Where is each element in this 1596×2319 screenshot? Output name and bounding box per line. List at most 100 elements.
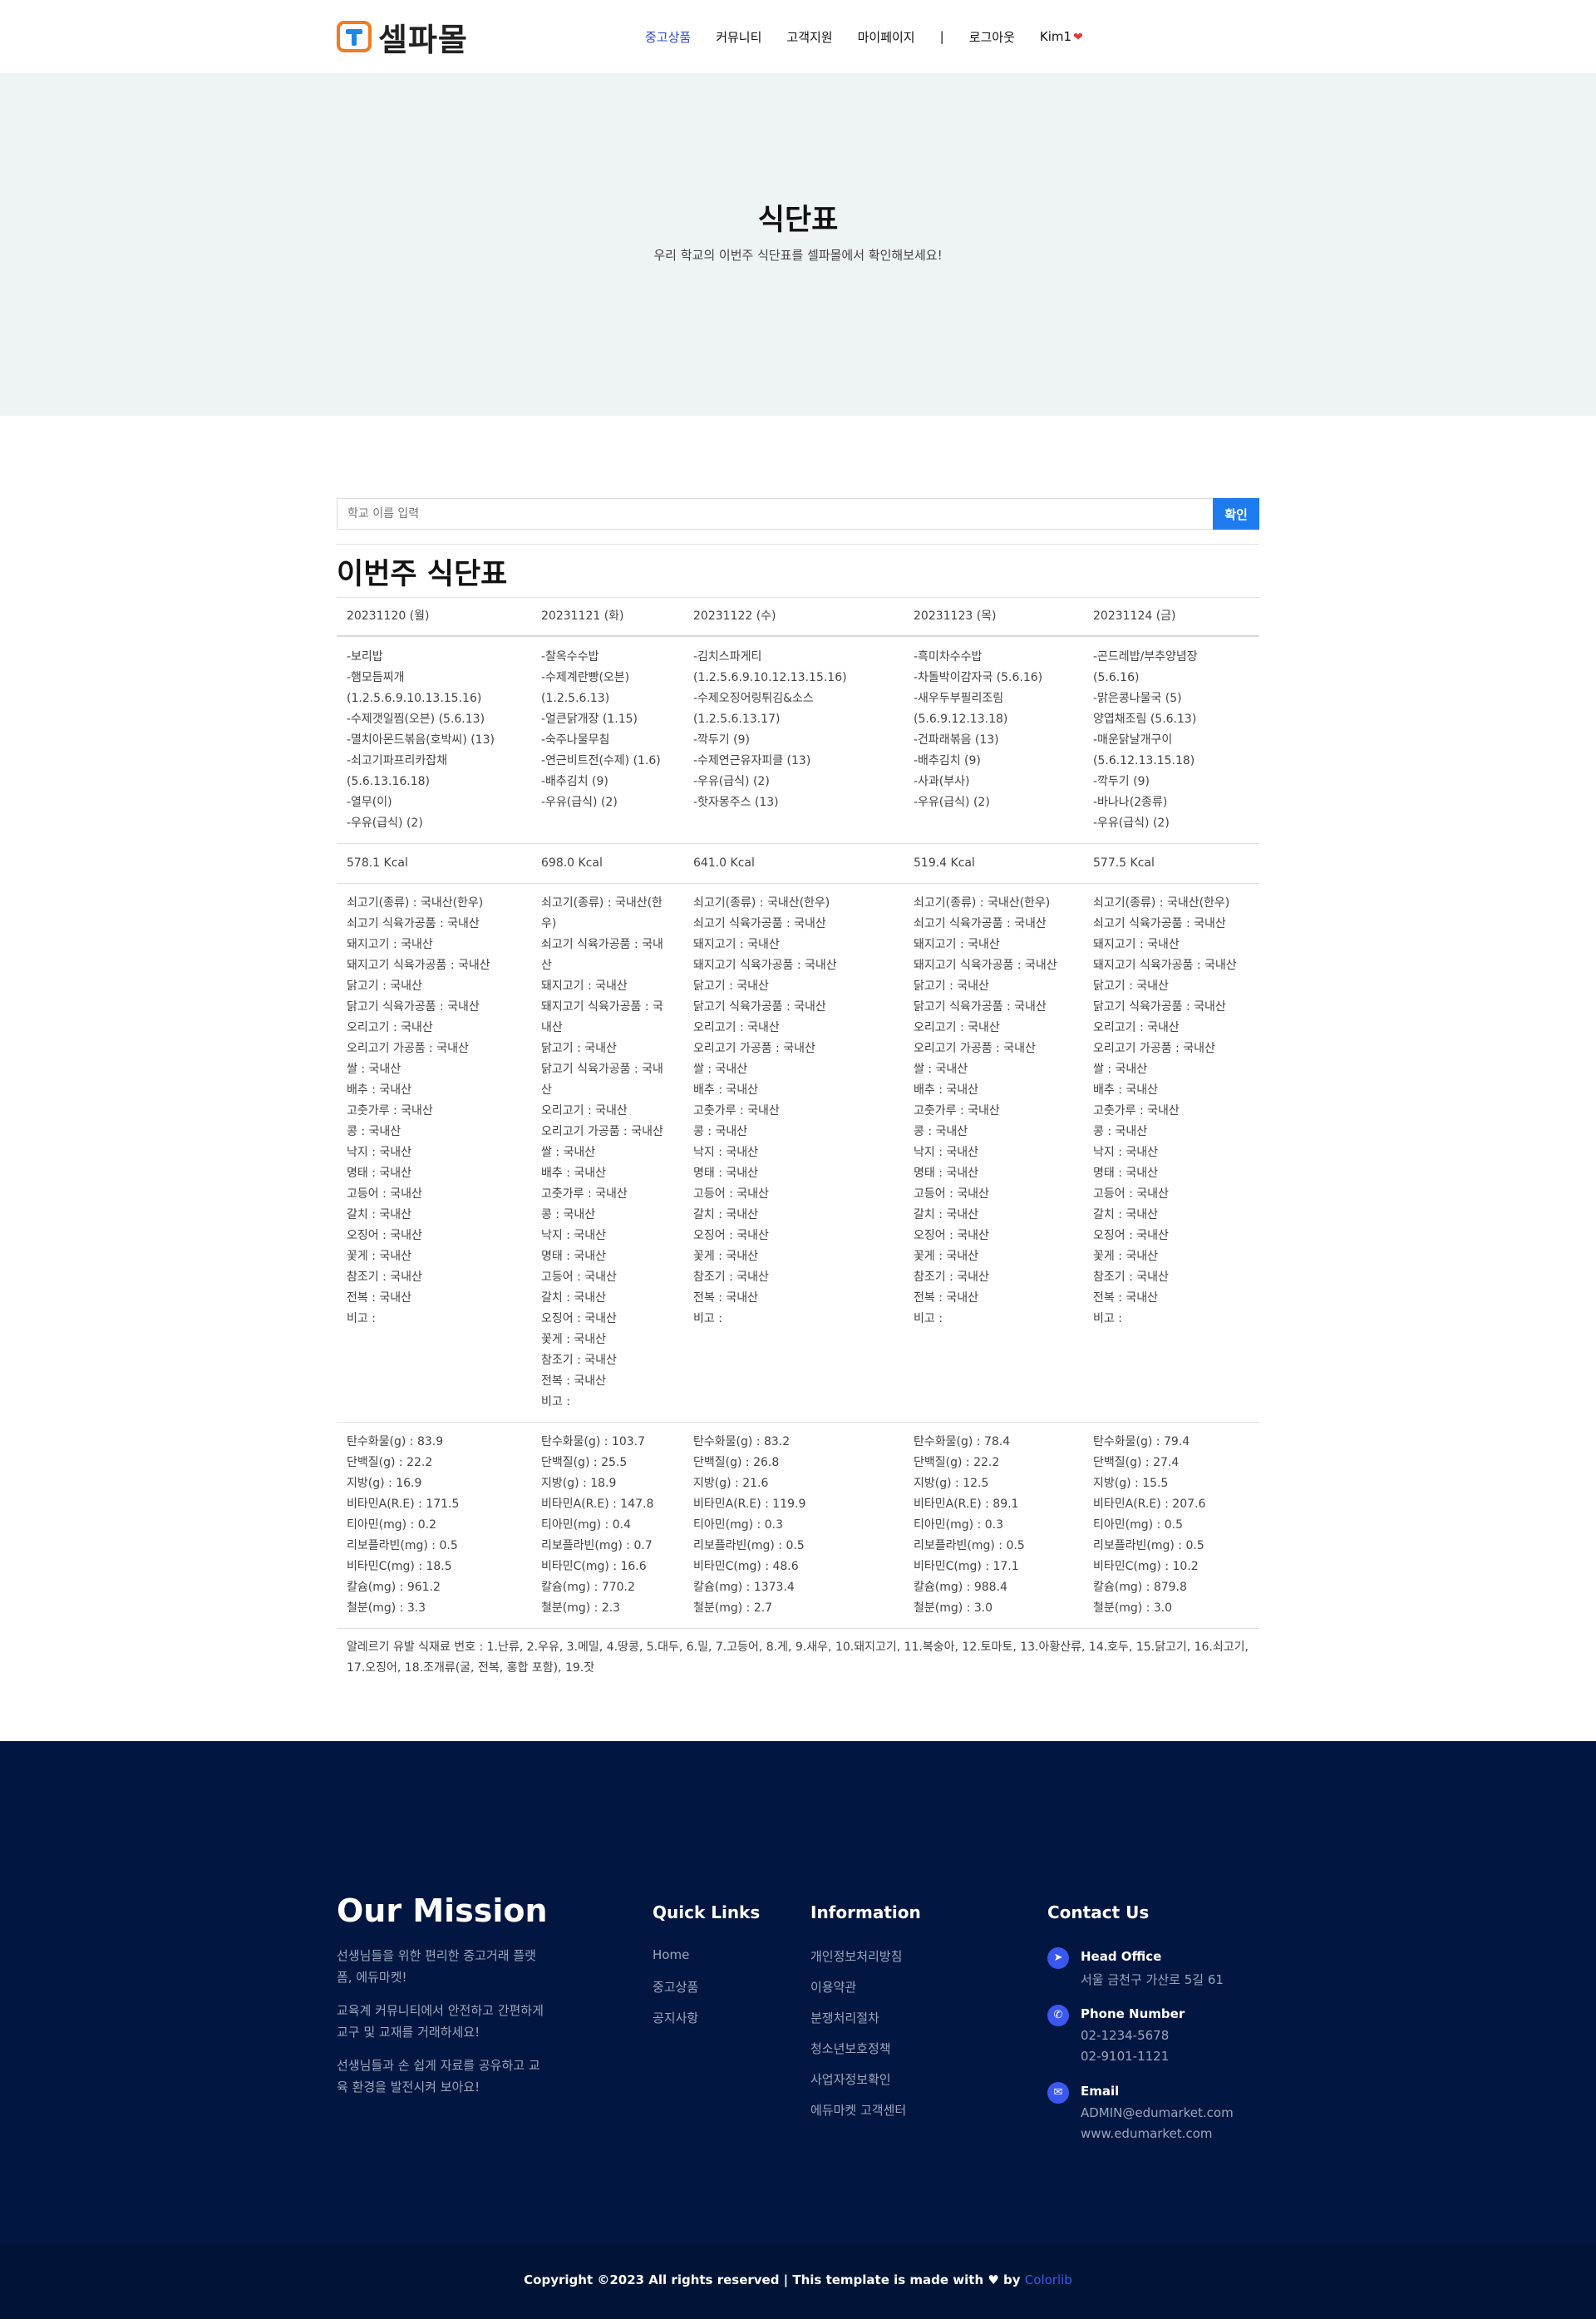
nav-logout[interactable]: 로그아웃 — [969, 28, 1015, 46]
cell-line: 고춧가루 : 국내산 — [1093, 1104, 1180, 1118]
origin-cell: 쇠고기(종류) : 국내산(한우)쇠고기 식육가공품 : 국내산돼지고기 : 국… — [1083, 883, 1259, 1423]
email-label: Email — [1081, 2084, 1120, 2099]
cell-line: 고춧가루 : 국내산 — [693, 1104, 780, 1118]
cell-line: 비타민A(R.E) : 207.6 — [1093, 1497, 1206, 1511]
cell-line: 닭고기 : 국내산 — [914, 979, 989, 993]
cell-line: 참조기 : 국내산 — [347, 1271, 422, 1284]
cell-line: 쇠고기 식육가공품 : 국내산 — [1093, 917, 1226, 930]
search-submit-button[interactable]: 확인 — [1213, 498, 1259, 530]
cell-line: -흑미차수수밥 — [914, 650, 983, 664]
cell-line: 비타민A(R.E) : 147.8 — [541, 1497, 654, 1511]
cell-line: 철분(mg) : 2.3 — [541, 1601, 621, 1615]
cell-line: 쌀 : 국내산 — [914, 1063, 968, 1076]
cell-line: 철분(mg) : 3.0 — [1093, 1601, 1173, 1615]
cell-line: 쌀 : 국내산 — [693, 1063, 748, 1076]
footer-link-customer-center[interactable]: 에듀마켓 고객센터 — [810, 2101, 906, 2119]
cell-line: 갈치 : 국내산 — [1093, 1208, 1159, 1221]
footer-link-dispute[interactable]: 분쟁처리절차 — [810, 2009, 879, 2026]
phone-icon: ✆ — [1047, 2005, 1069, 2026]
cell-line: 오리고기 : 국내산 — [693, 1021, 780, 1034]
cell-line: -보리밥 — [347, 650, 383, 664]
cell-line: 산 — [541, 1083, 552, 1097]
cell-line: 오리고기 : 국내산 — [347, 1021, 433, 1034]
cell-line: 철분(mg) : 3.3 — [347, 1601, 426, 1615]
cell-line: 철분(mg) : 3.0 — [914, 1601, 993, 1615]
cell-line: 고춧가루 : 국내산 — [541, 1187, 628, 1201]
cell-line: 비고 : — [347, 1312, 376, 1325]
school-search-input[interactable] — [337, 498, 1213, 530]
cell-line: 꽃게 : 국내산 — [914, 1250, 979, 1263]
cell-line: 돼지고기 : 국내산 — [693, 938, 780, 951]
site-logo[interactable]: 셀파몰 — [337, 18, 468, 58]
cell-line: 비고 : — [914, 1312, 943, 1325]
cell-line: 닭고기 식육가공품 : 국내산 — [693, 1000, 826, 1014]
kcal-cell: 698.0 Kcal — [531, 843, 683, 884]
website-address: www.edumarket.com — [1081, 2126, 1213, 2141]
cell-line: 쇠고기(종류) : 국내산(한 — [541, 896, 663, 910]
envelope-icon: ✉ — [1047, 2082, 1069, 2104]
cell-line: -우유(급식) (2) — [914, 796, 990, 809]
cell-line: 고춧가루 : 국내산 — [914, 1104, 1000, 1118]
cell-line: -쇠고기파프리카잡채 — [347, 754, 447, 767]
cell-line: 탄수화물(g) : 83.2 — [693, 1435, 791, 1448]
footer-link-youth-policy[interactable]: 청소년보호정책 — [810, 2040, 891, 2057]
colorlib-link[interactable]: Colorlib — [1025, 2272, 1072, 2287]
copyright-text: Copyright ©2023 All rights reserved | Th… — [0, 2272, 1596, 2287]
cell-line: 꽃게 : 국내산 — [1093, 1250, 1159, 1263]
footer-link-terms[interactable]: 이용약관 — [810, 1978, 856, 1996]
cell-line: 오리고기 : 국내산 — [1093, 1021, 1180, 1034]
cell-line: 티아민(mg) : 0.5 — [1093, 1518, 1183, 1532]
cell-line: -멸치아몬드볶음(호박씨) (13) — [347, 733, 495, 747]
cell-line: 리보플라빈(mg) : 0.5 — [347, 1539, 458, 1552]
nav-community[interactable]: 커뮤니티 — [716, 28, 761, 46]
footer-link-privacy[interactable]: 개인정보처리방침 — [810, 1947, 902, 1965]
origin-cell: 쇠고기(종류) : 국내산(한우)쇠고기 식육가공품 : 국내산돼지고기 : 국… — [337, 883, 531, 1423]
cell-line: 단백질(g) : 25.5 — [541, 1456, 628, 1469]
cell-line: 명태 : 국내산 — [1093, 1167, 1159, 1180]
origin-cell: 쇠고기(종류) : 국내산(한우)쇠고기 식육가공품 : 국내산돼지고기 : 국… — [531, 883, 683, 1423]
cell-line: -우유(급식) (2) — [693, 775, 770, 788]
nav-support[interactable]: 고객지원 — [786, 28, 832, 46]
cell-line: 닭고기 식육가공품 : 국내산 — [914, 1000, 1047, 1014]
nav-mypage[interactable]: 마이페이지 — [858, 28, 915, 46]
kcal-cell: 577.5 Kcal — [1083, 843, 1259, 884]
cell-line: 오리고기 가공품 : 국내산 — [541, 1125, 663, 1138]
cell-line: 철분(mg) : 2.7 — [693, 1601, 773, 1615]
cell-line: 비타민C(mg) : 16.6 — [541, 1560, 647, 1573]
cell-line: 배추 : 국내산 — [693, 1083, 759, 1097]
cell-line: 오리고기 가공품 : 국내산 — [1093, 1042, 1215, 1055]
cell-line: 갈치 : 국내산 — [541, 1291, 607, 1305]
cell-line: 배추 : 국내산 — [1093, 1083, 1159, 1097]
cell-line: 돼지고기 식육가공품 : 국내산 — [693, 959, 837, 972]
footer-link-home[interactable]: Home — [653, 1947, 689, 1962]
footer-link-notices[interactable]: 공지사항 — [653, 2009, 698, 2026]
nutrition-cell: 탄수화물(g) : 83.9 단백질(g) : 22.2 지방(g) : 16.9 비… — [337, 1422, 531, 1629]
cell-line: 티아민(mg) : 0.2 — [347, 1518, 436, 1532]
cell-line: 오리고기 가공품 : 국내산 — [914, 1042, 1036, 1055]
page-title: 식단표 — [757, 204, 839, 237]
cell-line: 비타민A(R.E) : 119.9 — [693, 1497, 806, 1511]
kcal-cell: 519.4 Kcal — [904, 843, 1083, 884]
cell-line: 비타민C(mg) : 10.2 — [1093, 1560, 1199, 1573]
cell-line: 내산 — [541, 1021, 563, 1034]
nutrition-cell: 탄수화물(g) : 79.4 단백질(g) : 27.4 지방(g) : 15.5 비… — [1083, 1422, 1259, 1629]
cell-line: 오리고기 가공품 : 국내산 — [693, 1042, 815, 1055]
cell-line: -맑은콩나물국 (5) — [1093, 692, 1182, 705]
cell-line: 쇠고기(종류) : 국내산(한우) — [914, 896, 1051, 910]
footer-link-used-products[interactable]: 중고상품 — [653, 1978, 698, 1996]
cell-line: -깍두기 (9) — [1093, 775, 1150, 788]
footer-link-business-info[interactable]: 사업자정보확인 — [810, 2070, 891, 2088]
cell-line: 지방(g) : 16.9 — [347, 1477, 422, 1490]
cell-line: 쌀 : 국내산 — [347, 1063, 401, 1076]
location-arrow-icon: ➤ — [1047, 1947, 1069, 1969]
cell-line: -건파래볶음 (13) — [914, 733, 999, 747]
nav-user[interactable]: Kim1 ❤ — [1040, 29, 1083, 44]
cell-line: 배추 : 국내산 — [541, 1167, 607, 1180]
cell-line: -바나나(2종류) — [1093, 796, 1168, 809]
cell-line: 전복 : 국내산 — [347, 1291, 412, 1305]
cell-line: 리보플라빈(mg) : 0.5 — [693, 1539, 805, 1552]
cell-line: 쇠고기 식육가공품 : 국내산 — [914, 917, 1047, 930]
cell-line: 오징어 : 국내산 — [914, 1229, 989, 1242]
cell-line: -수제계란빵(오븐) — [541, 671, 630, 684]
nav-used-products[interactable]: 중고상품 — [645, 28, 691, 46]
